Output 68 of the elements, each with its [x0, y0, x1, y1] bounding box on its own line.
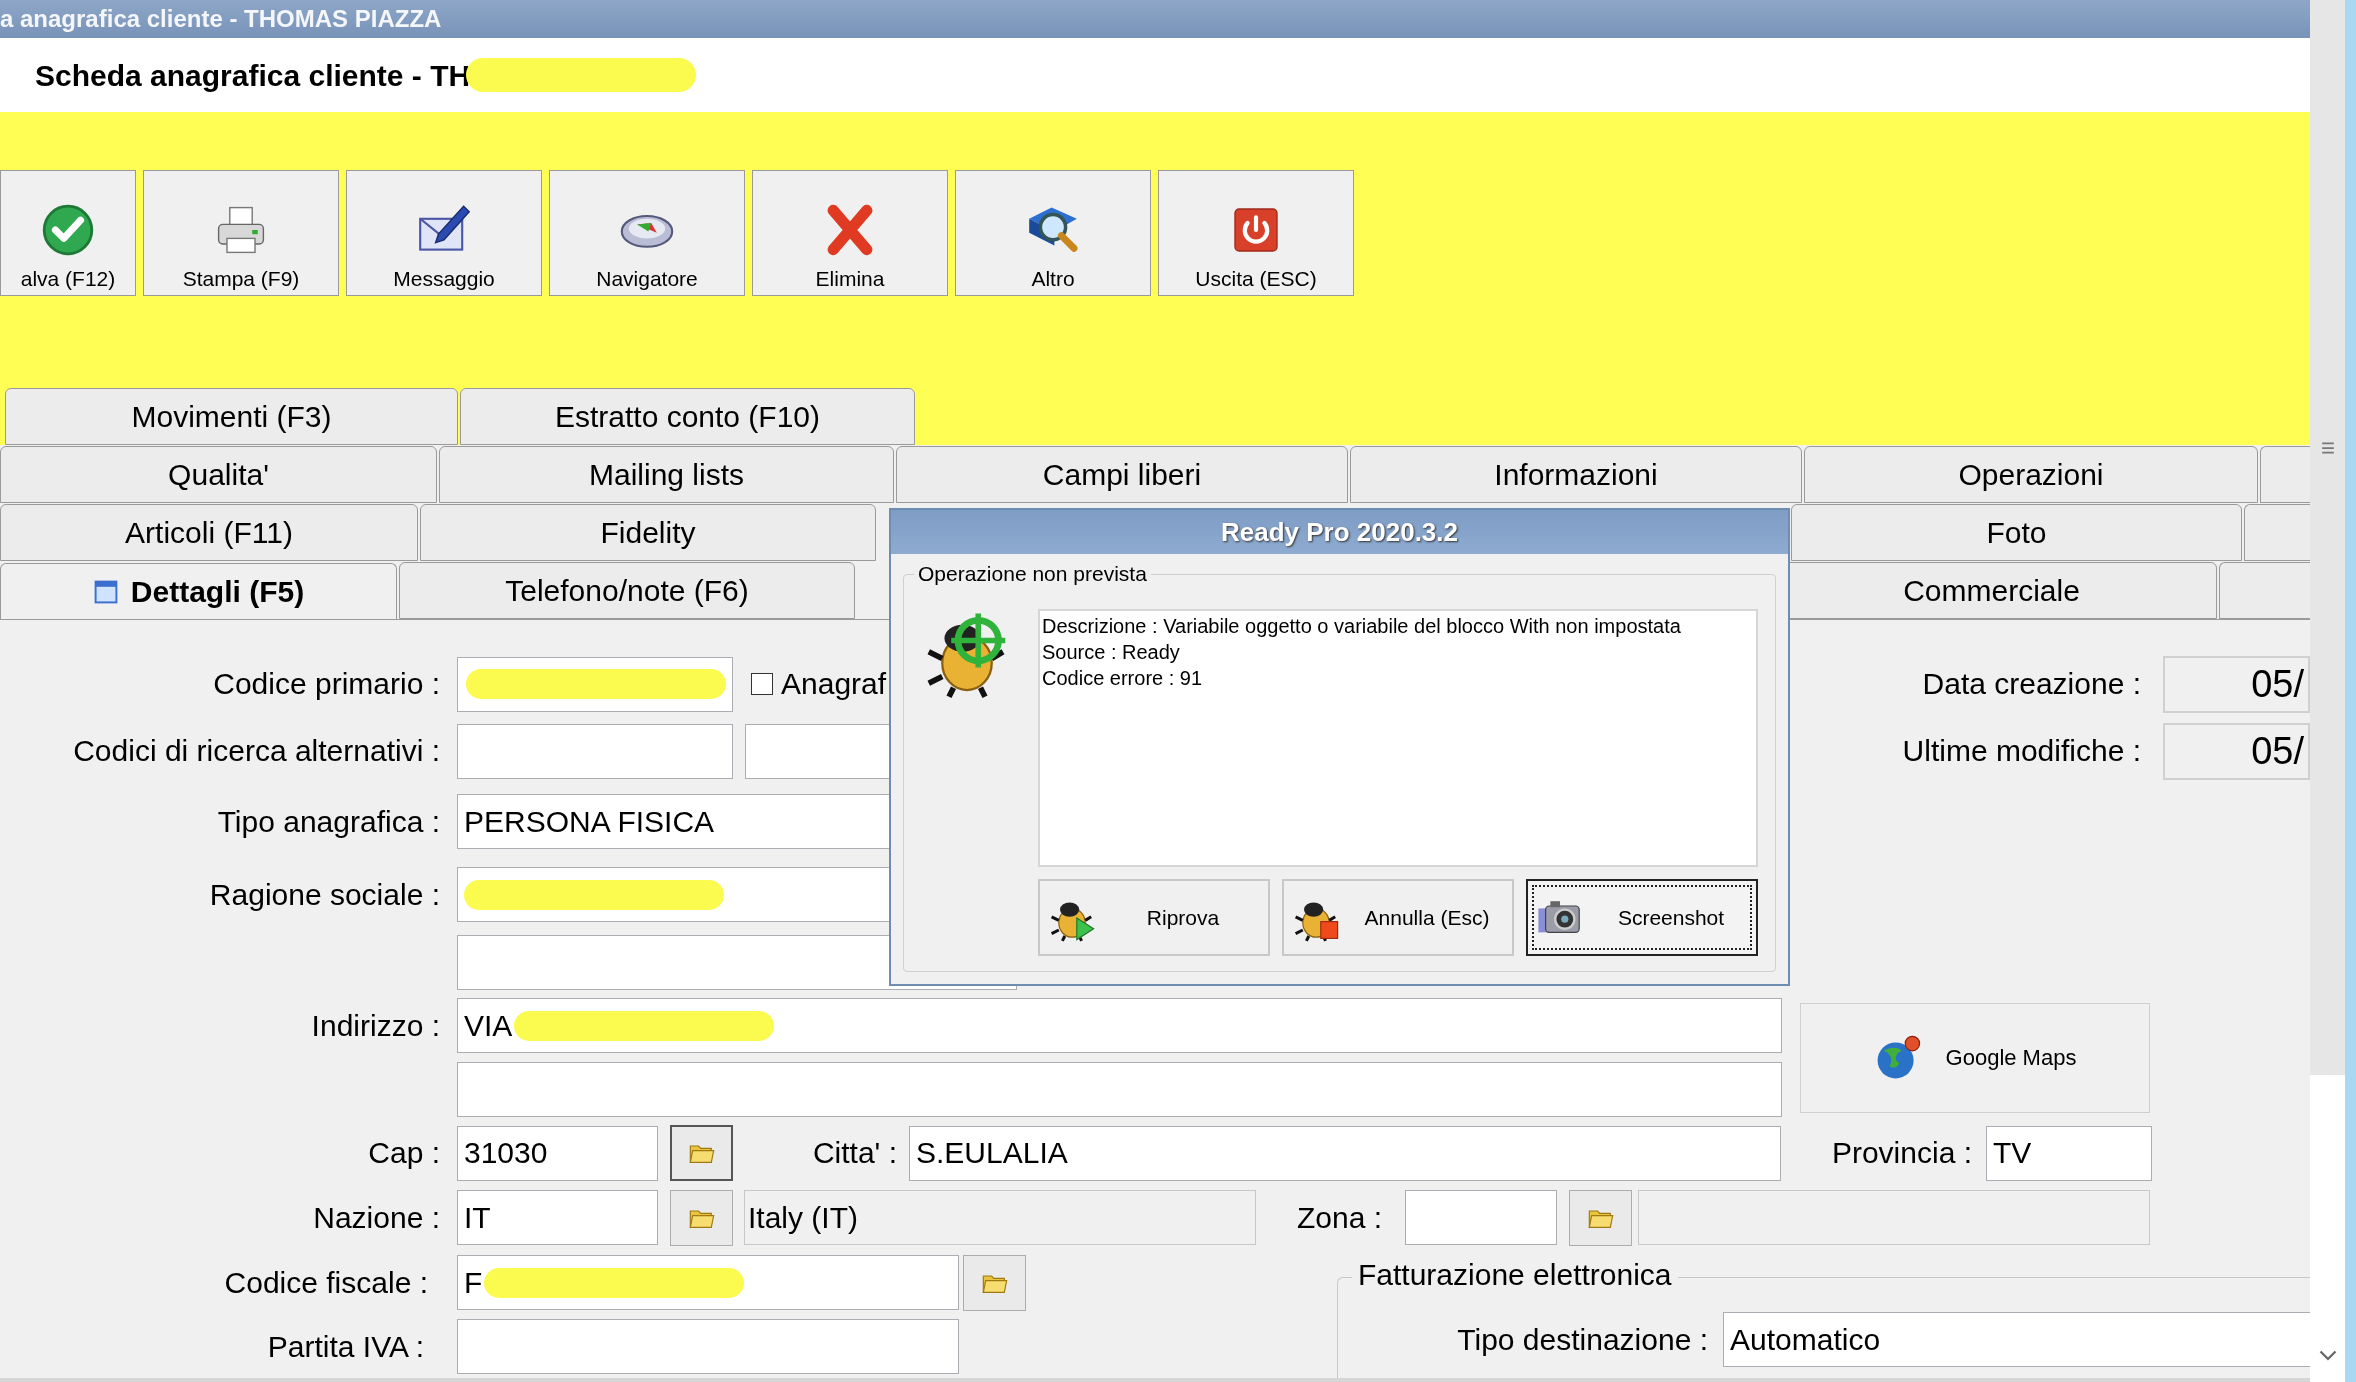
input-field[interactable]: [457, 723, 733, 779]
date-field: 05/: [2163, 655, 2310, 713]
field-label: Tipo anagrafica :: [216, 806, 440, 837]
field-label: Data creazione :: [1922, 669, 2141, 699]
tab[interactable]: Informazioni: [1350, 446, 1802, 503]
toolbar-button[interactable]: Elimina: [752, 170, 948, 296]
lookup-button[interactable]: [670, 1189, 733, 1246]
lookup-button[interactable]: [670, 1125, 733, 1181]
input-field[interactable]: [457, 1319, 959, 1374]
field-label: Partita IVA :: [266, 1331, 424, 1362]
tab[interactable]: Mailing lists: [439, 446, 894, 503]
check-icon: [40, 202, 96, 258]
field-label: Codice fiscale :: [223, 1267, 428, 1298]
grip-icon: [2320, 441, 2335, 454]
dropdown-field[interactable]: Automatico: [1723, 1312, 2311, 1367]
field-label: Ultime modifiche :: [1902, 736, 2141, 766]
toolbar-button[interactable]: Messaggio: [346, 170, 542, 296]
checkbox[interactable]: [751, 673, 773, 695]
input-field[interactable]: IT: [457, 1190, 658, 1245]
field-label: Ragione sociale :: [208, 879, 440, 910]
tab[interactable]: Telefono/note (F6): [399, 562, 855, 619]
tab[interactable]: Estratto conto (F10): [460, 388, 915, 445]
input-field[interactable]: [457, 1061, 1782, 1117]
toolbar-button[interactable]: Stampa (F9): [143, 170, 339, 296]
maps-button[interactable]: Google Maps: [1800, 1002, 2150, 1113]
field-label: Citta' :: [811, 1138, 897, 1168]
input-field[interactable]: [1405, 1190, 1557, 1245]
lookup-button[interactable]: [963, 1254, 1026, 1311]
window-title: a anagrafica cliente - THOMAS PIAZZA: [0, 7, 442, 31]
field-label: Cap :: [367, 1138, 440, 1168]
field-label: Zona :: [1295, 1202, 1382, 1233]
input-field[interactable]: VIA: [457, 998, 1782, 1053]
tab[interactable]: Foto: [1791, 504, 2242, 561]
checkbox-label: Anagraf: [781, 669, 887, 699]
field-label: Codice primario :: [212, 669, 440, 699]
tab[interactable]: Qualita': [0, 446, 437, 503]
input-field[interactable]: 31030: [457, 1125, 658, 1181]
message-box: Descrizione : Variabile oggetto o variabile del blocco With non impostata Source : Ready Codice errore : 91: [1038, 609, 1758, 867]
calendar-icon: [92, 579, 119, 605]
lookup-button[interactable]: [1569, 1189, 1632, 1246]
dialog-title-bar: Ready Pro 2020.3.2: [891, 510, 1788, 554]
tab[interactable]: Dettagli (F5): [0, 563, 397, 620]
field-label: Tipo destinazione :: [1456, 1324, 1708, 1355]
input-field[interactable]: TV: [1986, 1125, 2152, 1181]
toolbar-button[interactable]: Altro: [955, 170, 1151, 296]
input-field[interactable]: [457, 656, 733, 712]
field-label: Provincia :: [1830, 1138, 1972, 1168]
tab[interactable]: Articoli (F11): [0, 504, 418, 561]
field-label: Codici di ricerca alternativi :: [72, 736, 440, 766]
input-field[interactable]: F: [457, 1255, 959, 1310]
form-title: Scheda anagrafica cliente - TH: [35, 57, 471, 94]
dialog-button[interactable]: Riprova: [1038, 879, 1270, 956]
tab[interactable]: Movimenti (F3): [5, 388, 458, 445]
tab[interactable]: Operazioni: [1804, 446, 2258, 503]
description-field: Italy (IT): [744, 1190, 1256, 1245]
field-label: Nazione :: [312, 1202, 440, 1233]
tab[interactable]: Fidelity: [420, 504, 876, 561]
field-label: Indirizzo :: [310, 1010, 440, 1041]
toolbar-button[interactable]: alva (F12): [0, 170, 136, 296]
date-field: 05/: [2163, 722, 2310, 780]
tab[interactable]: Campi liberi: [896, 446, 1348, 503]
toolbar-button[interactable]: Uscita (ESC): [1158, 170, 1354, 296]
toolbar-button[interactable]: Navigatore: [549, 170, 745, 296]
group-title: Operazione non prevista: [914, 563, 1151, 584]
dialog-button[interactable]: Annulla (Esc): [1282, 879, 1514, 956]
dialog-button[interactable]: Screenshot: [1526, 879, 1758, 956]
input-field[interactable]: S.EULALIA: [909, 1125, 1781, 1181]
scrollbar[interactable]: [2310, 0, 2345, 1382]
